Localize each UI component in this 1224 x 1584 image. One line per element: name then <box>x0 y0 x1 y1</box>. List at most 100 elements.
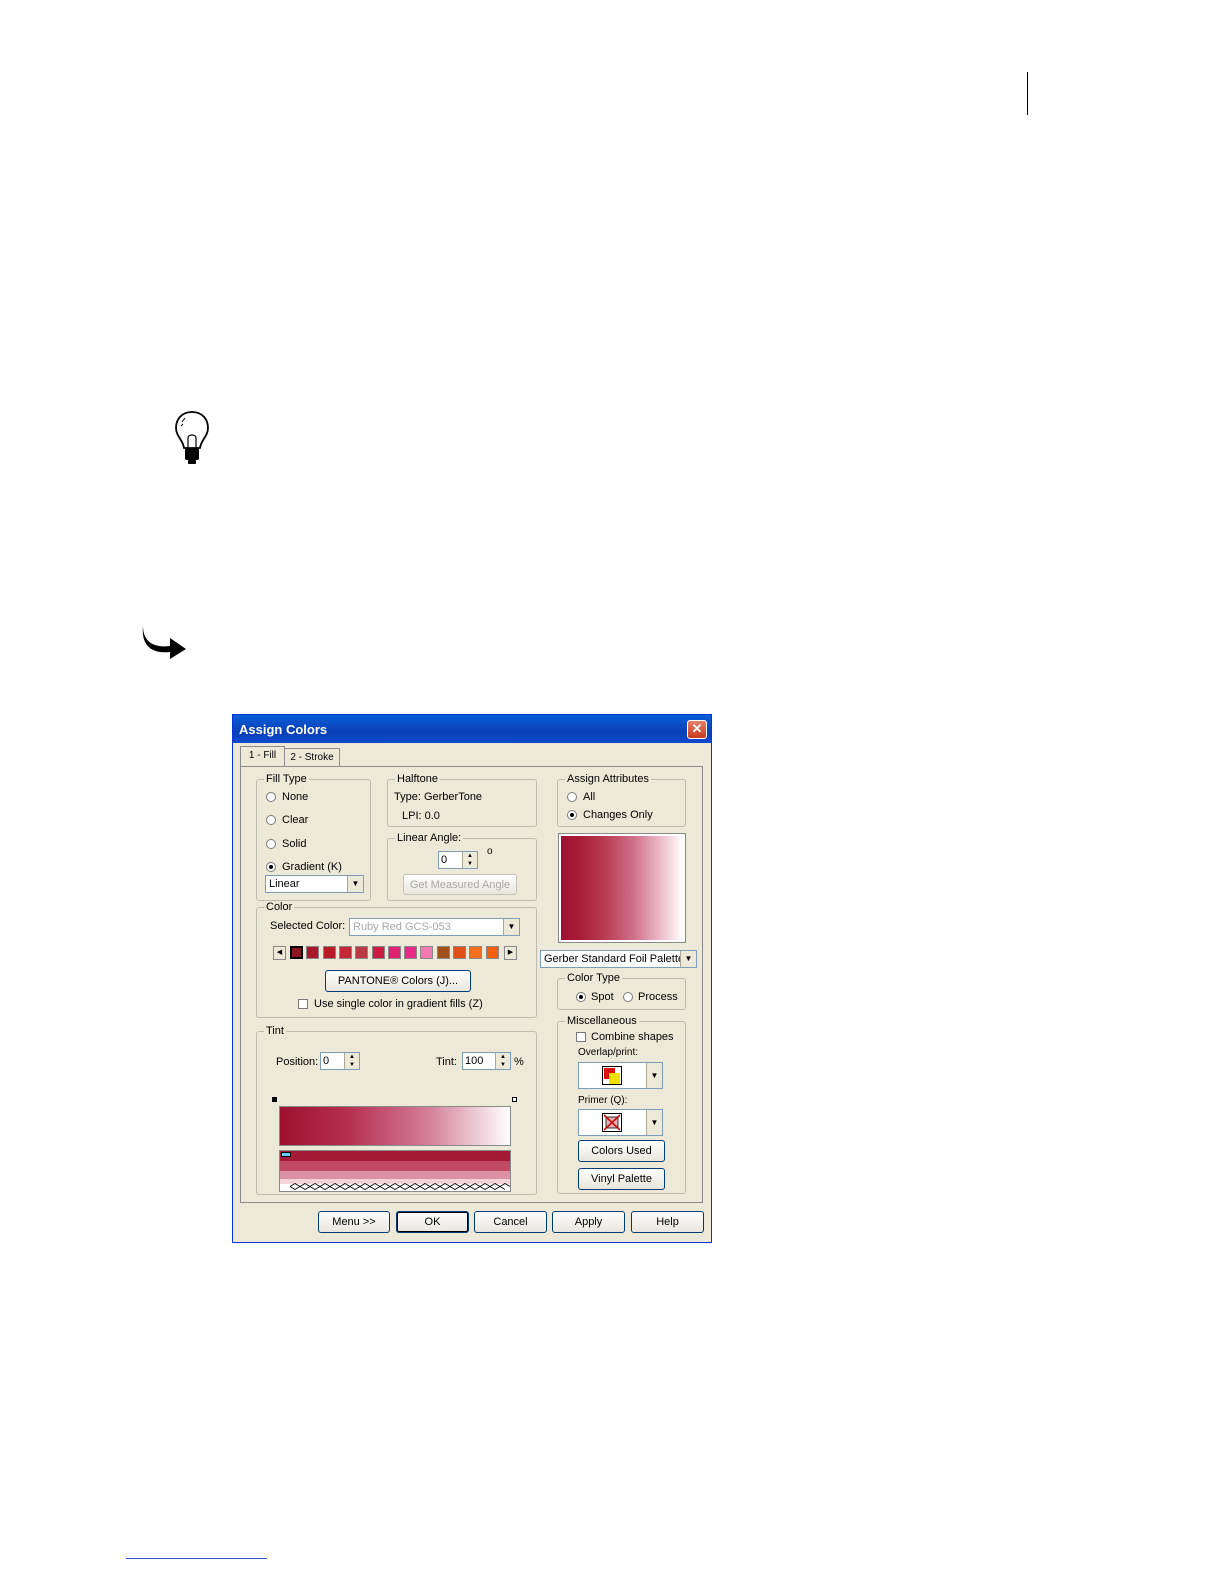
attributes-changes-only-radio[interactable] <box>567 810 577 820</box>
tab-fill-label: 1 - Fill <box>248 750 277 761</box>
color-swatch[interactable] <box>371 946 385 959</box>
chevron-down-icon[interactable]: ▼ <box>503 919 519 935</box>
selected-color-select[interactable]: Ruby Red GCS-053 ▼ <box>349 918 520 936</box>
color-type-spot-radio[interactable] <box>576 992 586 1002</box>
tint-value-input[interactable]: 100 ▲ ▼ <box>462 1052 511 1070</box>
chevron-down-icon[interactable]: ▼ <box>646 1063 662 1088</box>
tint-gradient-bar[interactable] <box>279 1106 511 1146</box>
chevron-down-icon[interactable]: ▼ <box>646 1110 662 1135</box>
apply-button[interactable]: Apply <box>552 1211 625 1233</box>
color-swatch[interactable] <box>290 946 303 959</box>
color-swatch[interactable] <box>338 946 352 959</box>
color-swatch[interactable] <box>469 946 483 959</box>
close-icon: ✕ <box>691 721 703 736</box>
ok-button-label: OK <box>424 1216 441 1228</box>
menu-button-label: Menu >> <box>332 1216 376 1228</box>
selected-color-value: Ruby Red GCS-053 <box>353 921 451 933</box>
tint-position-value: 0 <box>323 1055 330 1067</box>
lightbulb-icon <box>175 411 209 464</box>
vinyl-palette-label: Vinyl Palette <box>591 1173 652 1185</box>
color-type-process-label: Process <box>638 991 678 1003</box>
chevron-down-icon[interactable]: ▼ <box>347 876 363 892</box>
overlap-print-select[interactable]: ▼ <box>578 1062 663 1089</box>
menu-button[interactable]: Menu >> <box>318 1211 390 1233</box>
selected-color-label: Selected Color: <box>270 920 346 932</box>
primer-select[interactable]: ▼ <box>578 1109 663 1136</box>
halftone-legend: Halftone <box>395 773 440 785</box>
tint-percent: % <box>514 1056 524 1068</box>
color-swatch[interactable] <box>306 946 320 959</box>
tint-value: 100 <box>465 1055 484 1067</box>
fill-clear-radio[interactable] <box>266 815 276 825</box>
ok-button[interactable]: OK <box>396 1211 469 1233</box>
fill-clear-label: Clear <box>282 814 309 826</box>
halftone-type: Type: GerberTone <box>394 791 483 803</box>
swatch-scroll-right[interactable]: ▶ <box>504 946 517 960</box>
combine-shapes-label: Combine shapes <box>591 1031 674 1043</box>
tint-legend: Tint <box>264 1025 286 1037</box>
help-button[interactable]: Help <box>631 1211 704 1233</box>
fill-solid-label: Solid <box>282 838 307 850</box>
linear-angle-value: 0 <box>441 854 448 866</box>
palette-select[interactable]: Gerber Standard Foil Palette ▼ <box>540 950 697 968</box>
get-measured-angle-button[interactable]: Get Measured Angle <box>403 874 517 895</box>
cancel-button-label: Cancel <box>493 1216 528 1228</box>
color-swatch[interactable] <box>420 946 434 959</box>
curved-arrow-icon <box>142 626 186 659</box>
linear-angle-input[interactable]: 0 ▲ ▼ <box>438 851 478 869</box>
fill-none-radio[interactable] <box>266 792 276 802</box>
color-swatch[interactable] <box>453 946 466 959</box>
primer-label: Primer (Q): <box>578 1095 628 1106</box>
pantone-colors-button[interactable]: PANTONE® Colors (J)... <box>325 970 471 992</box>
tint-position-input[interactable]: 0 ▲ ▼ <box>320 1052 360 1070</box>
color-type-process-radio[interactable] <box>623 992 633 1002</box>
miscellaneous-legend: Miscellaneous <box>565 1015 639 1027</box>
tint-label: Tint: <box>436 1056 457 1068</box>
color-type-legend: Color Type <box>565 972 622 984</box>
ramp-pattern <box>290 1183 510 1190</box>
attributes-all-radio[interactable] <box>567 792 577 802</box>
pantone-colors-label: PANTONE® Colors (J)... <box>337 975 459 987</box>
color-swatch[interactable] <box>485 946 499 959</box>
assign-attributes-legend: Assign Attributes <box>565 773 651 785</box>
close-button[interactable]: ✕ <box>687 720 707 739</box>
dialog-title: Assign Colors <box>239 722 328 737</box>
degree-symbol: o <box>487 846 493 857</box>
tab-fill[interactable]: 1 - Fill <box>240 746 285 767</box>
single-color-label: Use single color in gradient fills (Z) <box>314 998 483 1010</box>
single-color-checkbox[interactable] <box>298 999 308 1009</box>
overlap-print-label: Overlap/print: <box>578 1047 639 1058</box>
fill-solid-radio[interactable] <box>266 839 276 849</box>
fill-gradient-radio[interactable] <box>266 862 276 872</box>
title-bar[interactable]: Assign Colors ✕ <box>233 715 711 743</box>
color-legend: Color <box>264 901 295 913</box>
footer-rule <box>126 1558 267 1559</box>
help-button-label: Help <box>656 1216 679 1228</box>
gradient-type-select[interactable]: Linear ▼ <box>265 875 364 893</box>
chevron-down-icon[interactable]: ▼ <box>680 951 696 967</box>
gradient-start-marker[interactable] <box>272 1097 277 1102</box>
chevron-right-icon: ▶ <box>507 949 514 956</box>
combine-shapes-checkbox[interactable] <box>576 1032 586 1042</box>
swatch-scroll-left[interactable]: ◀ <box>273 946 286 960</box>
spinner-arrows-icon[interactable]: ▲ ▼ <box>495 1053 510 1069</box>
no-primer-icon <box>602 1113 622 1132</box>
color-swatch[interactable] <box>436 946 450 959</box>
tab-stroke[interactable]: 2 - Stroke <box>284 748 340 767</box>
spinner-arrows-icon[interactable]: ▲ ▼ <box>462 852 477 868</box>
apply-button-label: Apply <box>574 1216 603 1228</box>
fill-none-label: None <box>282 791 309 803</box>
cancel-button[interactable]: Cancel <box>474 1211 547 1233</box>
tint-position-label: Position: <box>276 1056 319 1068</box>
spinner-arrows-icon[interactable]: ▲ ▼ <box>344 1053 359 1069</box>
tint-ramp[interactable] <box>279 1150 511 1192</box>
vinyl-palette-button[interactable]: Vinyl Palette <box>578 1168 665 1190</box>
attributes-all-label: All <box>583 791 596 803</box>
color-swatch[interactable] <box>355 946 369 959</box>
gradient-end-marker[interactable] <box>512 1097 517 1102</box>
color-swatch[interactable] <box>387 946 401 959</box>
colors-used-button[interactable]: Colors Used <box>578 1140 665 1162</box>
color-swatch[interactable] <box>404 946 418 959</box>
get-measured-angle-label: Get Measured Angle <box>409 879 511 891</box>
color-swatch[interactable] <box>322 946 336 959</box>
